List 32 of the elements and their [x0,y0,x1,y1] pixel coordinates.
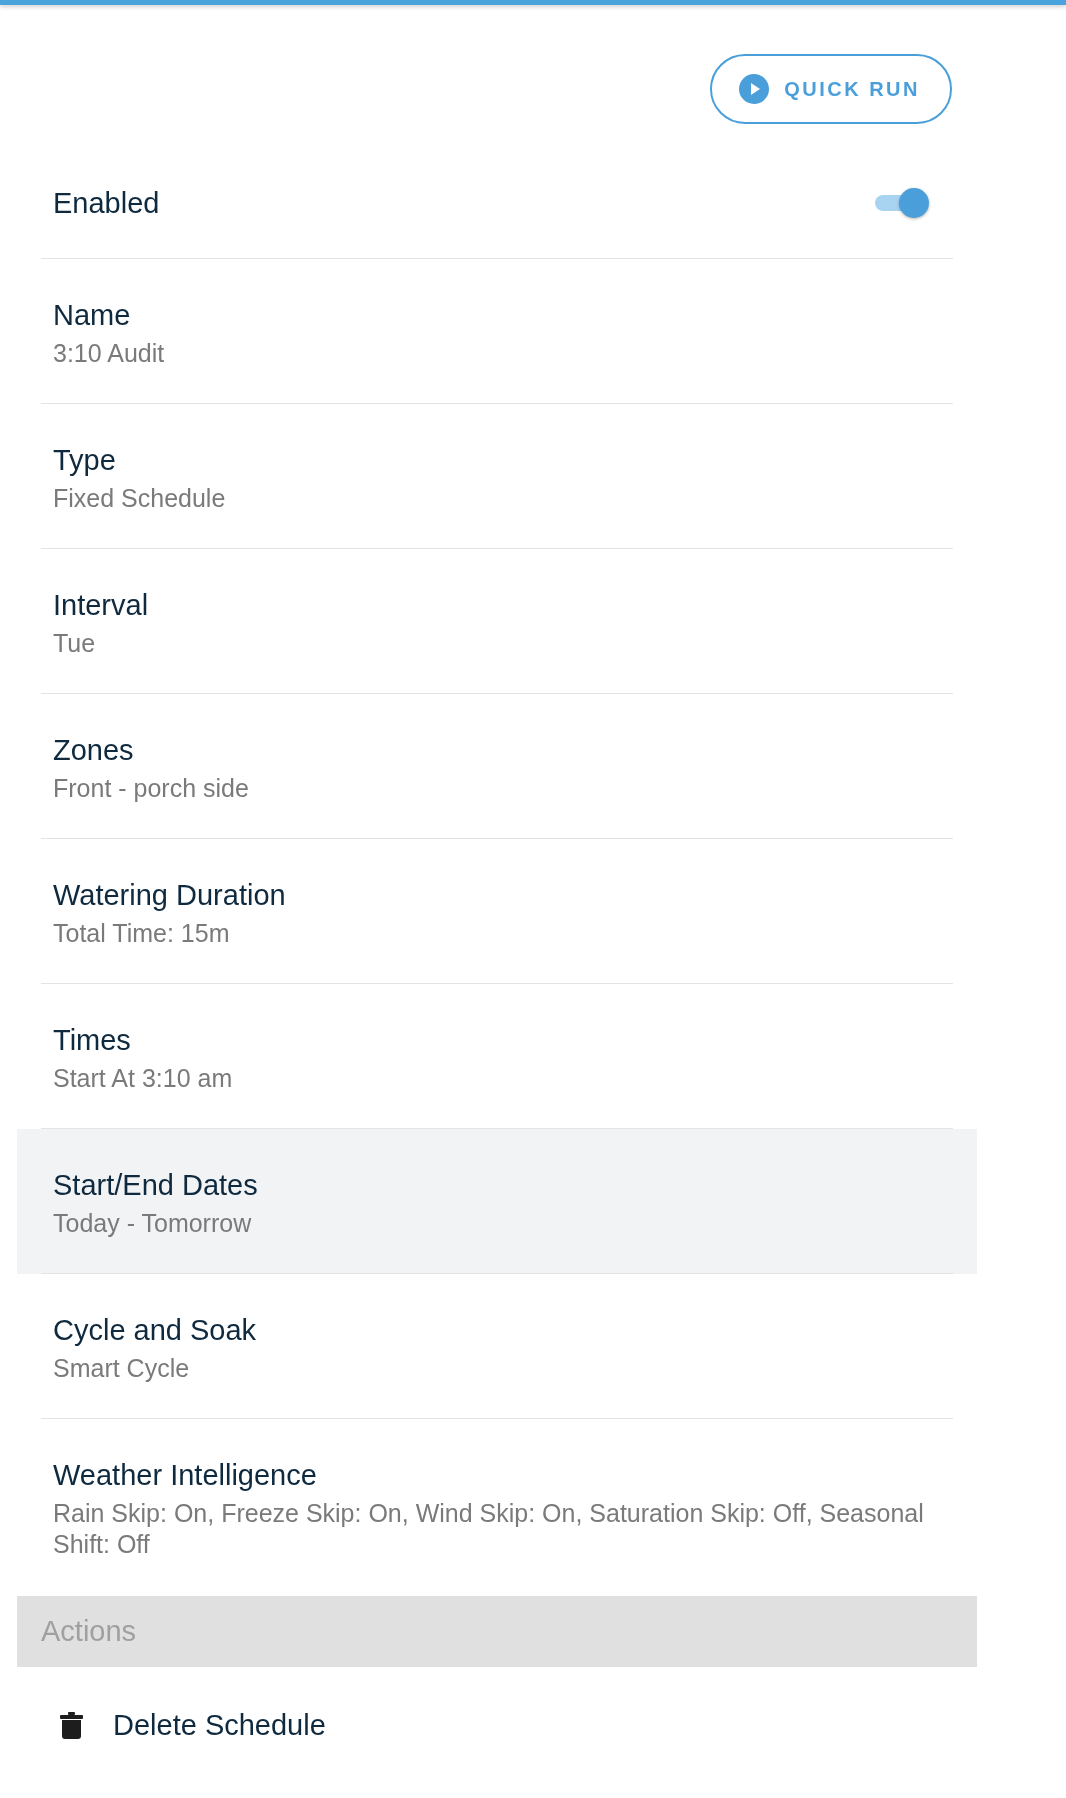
settings-row[interactable]: Start/End Dates Today - Tomorrow [17,1129,977,1274]
row-label: Zones [53,733,135,768]
toggle-label: Enabled [53,186,160,221]
row-label: Weather Intelligence [53,1458,318,1493]
settings-row[interactable]: Type Fixed Schedule [17,404,977,549]
play-icon [739,74,770,104]
row-value: Tue [53,628,97,659]
row-label: Watering Duration [53,878,287,913]
settings-row[interactable]: Weather Intelligence Rain Skip: On, Freeze Skip: On, Wind Skip: On, Saturation Skip: Off, Seasonal Shift: Off [17,1419,977,1596]
settings-row[interactable]: Zones Front - porch side [17,694,977,839]
actions-header: Actions [17,1596,977,1667]
row-label: Cycle and Soak [53,1313,258,1348]
row-value: 3:10 Audit [53,338,166,369]
row-label: Interval [53,588,150,623]
settings-row[interactable]: Name 3:10 Audit [17,259,977,404]
toggle-switch[interactable] [875,188,929,218]
row-label: Times [53,1023,132,1058]
row-value: Rain Skip: On, Freeze Skip: On, Wind Skip: On, Saturation Skip: Off, Seasonal Shift: Off [53,1498,925,1560]
row-label: Start/End Dates [53,1168,259,1203]
row-value: Front - porch side [53,773,250,804]
trash-icon [60,1711,83,1739]
row-value: Start At 3:10 am [53,1063,234,1094]
settings-row[interactable]: Watering Duration Total Time: 15m [17,839,977,984]
row-value: Today - Tomorrow [53,1208,253,1239]
row-value: Fixed Schedule [53,483,227,514]
row-value: Smart Cycle [53,1353,191,1384]
settings-row[interactable]: Interval Tue [17,549,977,694]
settings-row[interactable]: Cycle and Soak Smart Cycle [17,1274,977,1419]
row-label: Type [53,443,117,478]
row-value: Total Time: 15m [53,918,231,949]
delete-button[interactable]: Delete Schedule [60,1707,326,1743]
row-label: Name [53,298,132,333]
